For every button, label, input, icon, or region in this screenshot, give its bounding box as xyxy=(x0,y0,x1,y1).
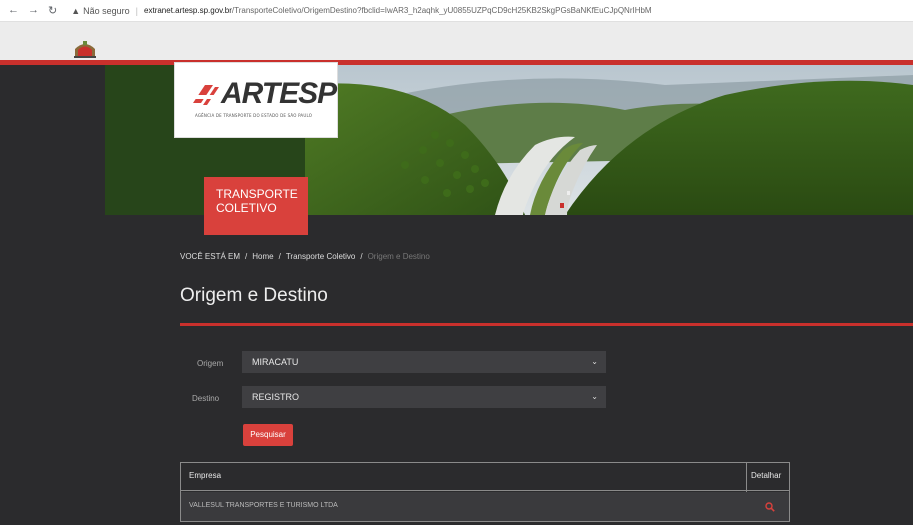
state-crest-icon xyxy=(74,41,96,58)
url-separator: | xyxy=(135,5,139,16)
table-header: Empresa Detalhar xyxy=(181,463,789,491)
breadcrumb-prefix: VOCÊ ESTÁ EM xyxy=(180,252,241,261)
url-host: extranet.artesp.sp.gov.br xyxy=(144,6,232,15)
back-arrow-icon[interactable]: ← xyxy=(8,4,19,17)
section-tag: TRANSPORTE COLETIVO xyxy=(204,177,308,235)
column-header-details: Detalhar xyxy=(751,471,782,480)
breadcrumb-separator: / xyxy=(245,252,248,261)
warning-icon: ▲ xyxy=(71,5,81,16)
destination-select[interactable]: REGISTRO ⌄ xyxy=(242,386,606,408)
company-cell: VALLESUL TRANSPORTES E TURISMO LTDA xyxy=(189,502,338,509)
reload-icon[interactable]: ↻ xyxy=(48,4,57,17)
destination-value: REGISTRO xyxy=(252,392,300,402)
logo-name: ARTESP xyxy=(221,77,337,110)
url-path: /TransporteColetivo/OrigemDestino?fbclid… xyxy=(231,6,652,15)
destination-label: Destino xyxy=(192,394,220,403)
column-header-company: Empresa xyxy=(189,471,222,480)
security-label: Não seguro xyxy=(83,5,130,16)
browser-address-bar: ← → ↻ ▲ Não seguro | extranet.artesp.sp.… xyxy=(0,0,913,22)
breadcrumb: VOCÊ ESTÁ EM / Home / Transporte Coletiv… xyxy=(180,252,430,261)
breadcrumb-separator: / xyxy=(278,252,281,261)
chevron-down-icon: ⌄ xyxy=(591,357,598,366)
table-row: VALLESUL TRANSPORTES E TURISMO LTDA xyxy=(181,492,789,521)
security-warning[interactable]: ▲ Não seguro xyxy=(71,6,129,16)
page-title: Origem e Destino xyxy=(180,285,328,306)
artesp-logo[interactable]: ARTESP AGÊNCIA DE TRANSPORTE DO ESTADO D… xyxy=(174,62,338,138)
results-table: Empresa Detalhar VALLESUL TRANSPORTES E … xyxy=(180,462,790,522)
browser-nav: ← → ↻ xyxy=(8,4,57,17)
logo-subtitle: AGÊNCIA DE TRANSPORTE DO ESTADO DE SÃO P… xyxy=(195,113,313,118)
breadcrumb-section[interactable]: Transporte Coletivo xyxy=(286,252,356,261)
breadcrumb-current: Origem e Destino xyxy=(367,252,430,261)
title-underline xyxy=(180,323,913,326)
breadcrumb-home[interactable]: Home xyxy=(252,252,273,261)
header-strip xyxy=(0,22,913,60)
chevron-down-icon: ⌄ xyxy=(591,392,598,401)
origin-label: Origem xyxy=(197,359,224,368)
url-field[interactable]: extranet.artesp.sp.gov.br/TransporteCole… xyxy=(144,6,784,15)
artesp-logo-mark-icon xyxy=(191,85,219,105)
origin-value: MIRACATU xyxy=(252,357,299,367)
origin-select[interactable]: MIRACATU ⌄ xyxy=(242,351,606,373)
search-icon[interactable] xyxy=(765,502,775,512)
search-button[interactable]: Pesquisar xyxy=(243,424,293,446)
forward-arrow-icon[interactable]: → xyxy=(28,4,39,17)
breadcrumb-separator: / xyxy=(360,252,363,261)
